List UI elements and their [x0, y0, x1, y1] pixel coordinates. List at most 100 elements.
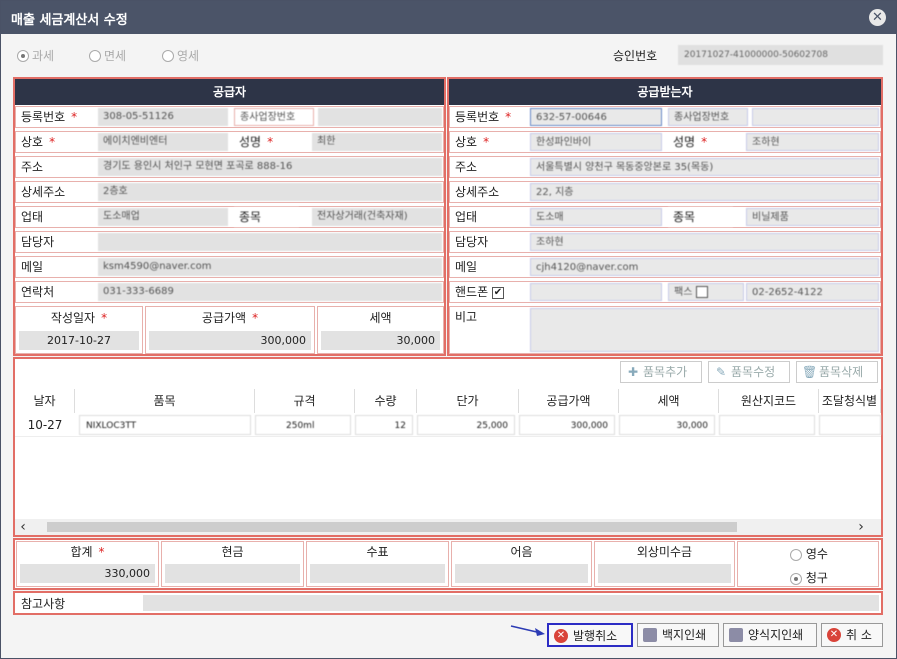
buyer-name-field[interactable]: 한성파인바이: [530, 133, 662, 151]
grid-col-qty[interactable]: 수량: [355, 389, 417, 413]
date-cell: 작성일자 * 2017-10-27: [15, 306, 143, 354]
print-form-button[interactable]: 양식지인쇄: [723, 623, 817, 647]
tax-type-yeongse[interactable]: 영세: [162, 47, 199, 64]
buyer-rep-label: 성명: [673, 135, 696, 149]
supplier-subreg-value[interactable]: [318, 108, 442, 126]
supplier-item-field[interactable]: 전자상거래(건축자재): [312, 208, 442, 226]
print-blank-button[interactable]: 백지인쇄: [637, 623, 719, 647]
fax-checkbox[interactable]: [695, 286, 708, 298]
supplier-biz-field[interactable]: 도소매업: [98, 208, 228, 226]
grid-col-spec[interactable]: 규격: [255, 389, 355, 413]
supplier-rep-field[interactable]: 최한: [312, 133, 442, 151]
grid-col-item[interactable]: 품목: [75, 389, 255, 413]
note-field[interactable]: [455, 564, 588, 583]
scroll-right-icon[interactable]: ›: [853, 519, 869, 535]
row-qty: 12: [355, 415, 413, 435]
edit-icon: ✎: [715, 365, 727, 379]
supplier-tel-row: 연락처 031-333-6689: [15, 281, 444, 303]
tax-amount-field[interactable]: 30,000: [321, 331, 440, 350]
edit-item-button[interactable]: ✎ 품목수정: [708, 361, 790, 383]
grid-col-price[interactable]: 단가: [417, 389, 519, 413]
supplier-mail-row: 메일 ksm4590@naver.com: [15, 256, 444, 278]
grid-col-procurement[interactable]: 조달청식별: [819, 389, 881, 413]
date-field[interactable]: 2017-10-27: [19, 331, 139, 350]
grid-col-origin[interactable]: 원산지코드: [719, 389, 819, 413]
buyer-subreg-field[interactable]: 종사업장번호: [668, 108, 748, 126]
receipt-option-paid[interactable]: 영수: [790, 545, 828, 562]
credit-label: 외상미수금: [636, 545, 693, 559]
horizontal-scrollbar[interactable]: ‹ ›: [15, 519, 881, 535]
supplier-reg-field[interactable]: 308-05-51126: [98, 108, 228, 126]
buyer-rep-field[interactable]: 조하현: [746, 133, 879, 151]
supplier-header: 공급자: [15, 79, 444, 105]
buyer-memo-field[interactable]: [530, 308, 879, 352]
cancel-button[interactable]: ✕ 취 소: [821, 623, 883, 647]
grid-header: 날자 품목 규격 수량 단가 공급가액 세액 원산지코드 조달청식별: [15, 389, 881, 414]
table-row[interactable]: 10-27 NIXLOC3TT 250ml 12 25,000 300,000 …: [15, 413, 881, 437]
check-label: 수표: [366, 545, 389, 559]
supplier-name-row: 상호 * 에이치엔비엔터 성명 * 최한: [15, 131, 444, 153]
buyer-addr-field[interactable]: 서울특별시 양천구 목동중앙본로 35(목동): [530, 158, 879, 176]
buyer-mgr-field[interactable]: 조하현: [530, 233, 879, 251]
tax-type-kwase[interactable]: 과세: [17, 47, 54, 64]
buyer-addr2-row: 상세주소 22, 지층: [449, 181, 881, 203]
buyer-mgr-label: 담당자: [450, 232, 489, 252]
buyer-reg-field[interactable]: 632-57-00646: [530, 108, 662, 126]
cash-field[interactable]: [165, 564, 300, 583]
add-item-button[interactable]: ✚ 품목추가: [620, 361, 702, 383]
grid-col-date[interactable]: 날자: [15, 389, 75, 413]
supplier-addr-field[interactable]: 경기도 용인시 처인구 모현면 포곡로 888-16: [98, 158, 442, 176]
buyer-addr2-field[interactable]: 22, 지층: [530, 183, 879, 201]
buyer-subreg-value[interactable]: [752, 108, 879, 126]
buyer-phone-field[interactable]: [530, 283, 662, 301]
tax-type-myeonse[interactable]: 면세: [89, 47, 126, 64]
supplier-name-field[interactable]: 에이치엔비엔터: [98, 133, 228, 151]
radio-icon: [89, 49, 101, 62]
scroll-left-icon[interactable]: ‹: [15, 519, 31, 535]
tax-amount-label: 세액: [369, 311, 392, 325]
check-field[interactable]: [310, 564, 445, 583]
buyer-header: 공급받는자: [449, 79, 881, 105]
close-icon[interactable]: ✕: [869, 9, 886, 26]
radio-icon: [162, 49, 174, 62]
scrollbar-thumb[interactable]: [47, 522, 737, 532]
buyer-mail-field[interactable]: cjh4120@naver.com: [530, 258, 879, 276]
buyer-item-field[interactable]: 비닐제품: [746, 208, 879, 226]
supplier-mail-field[interactable]: ksm4590@naver.com: [98, 258, 442, 276]
date-label: 작성일자: [50, 311, 96, 325]
supplier-addr2-row: 상세주소 2층호: [15, 181, 444, 203]
grid-col-supply[interactable]: 공급가액: [519, 389, 619, 413]
supplier-mgr-row: 담당자: [15, 231, 444, 253]
receipt-option-billed[interactable]: 청구: [790, 569, 828, 586]
supplier-biz-row: 업태 도소매업 종목 전자상거래(건축자재): [15, 206, 444, 228]
delete-item-button[interactable]: 🗑 품목삭제: [796, 361, 878, 383]
approval-label: 승인번호: [613, 49, 658, 63]
supplier-reg-label: 등록번호: [21, 110, 66, 124]
cancel-circle-icon: ✕: [554, 629, 568, 643]
grid-col-tax[interactable]: 세액: [619, 389, 719, 413]
tax-amount-cell: 세액 30,000: [317, 306, 444, 354]
total-cell: 합계 * 330,000: [16, 541, 159, 587]
supplier-tel-field[interactable]: 031-333-6689: [98, 283, 442, 301]
row-date: 10-27: [27, 418, 63, 432]
supplier-rep-label: 성명: [239, 135, 262, 149]
buyer-mail-label: 메일: [450, 257, 478, 277]
items-panel: [13, 357, 883, 537]
credit-field[interactable]: [598, 564, 731, 583]
supply-amount-label: 공급가액: [201, 311, 247, 325]
supplier-subreg-field[interactable]: 종사업장번호: [234, 108, 314, 126]
buyer-fax-field[interactable]: 02-2652-4122: [746, 283, 879, 301]
buyer-biz-field[interactable]: 도소매: [530, 208, 662, 226]
reference-field[interactable]: [143, 595, 879, 611]
cancel-issue-button[interactable]: ✕ 발행취소: [547, 623, 633, 647]
supplier-mgr-field[interactable]: [98, 233, 442, 251]
supplier-biz-label: 업태: [16, 207, 44, 227]
phone-checkbox[interactable]: ✔: [491, 286, 504, 299]
supplier-addr2-field[interactable]: 2층호: [98, 183, 442, 201]
check-cell: 수표: [306, 541, 449, 587]
supply-amount-field[interactable]: 300,000: [149, 331, 311, 350]
total-field[interactable]: 330,000: [20, 564, 155, 583]
row-origin: [719, 415, 815, 435]
radio-icon: [790, 548, 802, 561]
receipt-type-cell: 영수 청구: [737, 541, 879, 587]
